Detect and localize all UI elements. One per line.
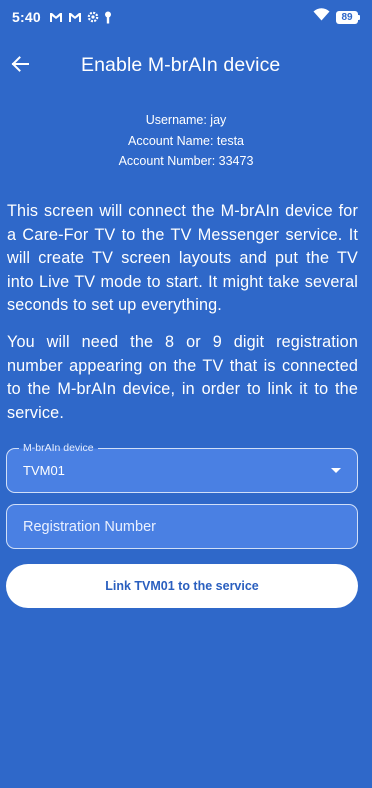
device-dropdown[interactable]: M-brAIn device TVM01	[6, 441, 358, 493]
back-button[interactable]	[6, 52, 34, 80]
notification-icons	[49, 11, 112, 24]
page-title: Enable M-brAIn device	[81, 54, 281, 76]
username-text: Username: jay	[145, 113, 227, 127]
wifi-icon	[313, 8, 330, 26]
device-dropdown-value: TVM01	[23, 463, 65, 478]
account-number-text: Account Number: 33473	[118, 154, 254, 168]
status-bar: 5:40 89	[0, 0, 372, 34]
app-bar: Enable M-brAIn device	[0, 44, 372, 88]
battery-level: 89	[336, 10, 358, 24]
lock-key-icon	[104, 11, 112, 24]
battery-icon: 89	[336, 10, 360, 24]
arrow-back-icon	[11, 55, 29, 77]
chevron-down-icon	[331, 468, 341, 473]
link-device-button[interactable]: Link TVM01 to the service	[6, 564, 358, 608]
description-paragraph: This screen will connect the M-brAIn dev…	[7, 202, 358, 315]
account-info: Username: jay Account Name: testa Accoun…	[0, 110, 372, 172]
enable-device-screen: 5:40 89 Enable M-brAIn device Username: …	[0, 0, 372, 788]
account-name-text: Account Name: testa	[127, 133, 245, 148]
registration-number-input[interactable]	[7, 505, 357, 548]
status-time: 5:40	[12, 9, 41, 25]
registration-number-field	[6, 504, 358, 549]
settings-gear-icon	[87, 11, 99, 23]
device-dropdown-label: M-brAIn device	[19, 441, 98, 455]
system-status-icons: 89	[313, 8, 360, 26]
gmail-icon	[68, 12, 82, 23]
instruction-paragraph: You will need the 8 or 9 digit registrat…	[7, 333, 358, 422]
gmail-icon	[49, 12, 63, 23]
